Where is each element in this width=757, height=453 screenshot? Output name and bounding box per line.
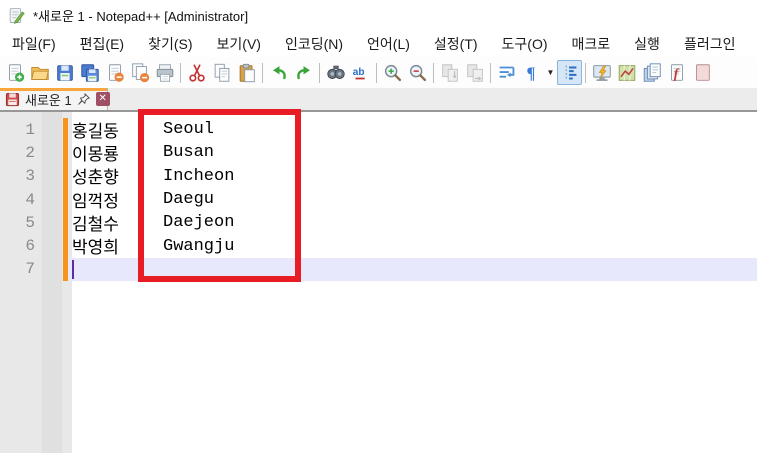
- code-line-5: 5 김철수 Daejeon: [0, 211, 757, 236]
- document-map-icon[interactable]: [614, 60, 639, 85]
- user-defined-language-icon[interactable]: [589, 60, 614, 85]
- toolbar-separator: [180, 62, 181, 83]
- menu-item-edit[interactable]: 편집(E): [68, 30, 136, 57]
- code-line-1: 1 홍길동 Seoul: [0, 118, 757, 143]
- close-icon[interactable]: [102, 60, 127, 85]
- cut-icon[interactable]: [184, 60, 209, 85]
- toolbar-separator: [585, 62, 586, 83]
- redo-icon[interactable]: [291, 60, 316, 85]
- zoom-in-icon[interactable]: [380, 60, 405, 85]
- title-bar: *새로운 1 - Notepad++ [Administrator]: [0, 0, 757, 30]
- unsaved-floppy-icon: [5, 92, 20, 106]
- monitor-icon[interactable]: [689, 60, 714, 85]
- svg-text:¶: ¶: [526, 63, 535, 82]
- menu-item-tools[interactable]: 도구(O): [490, 30, 560, 57]
- window-title: *새로운 1 - Notepad++ [Administrator]: [33, 8, 249, 24]
- paste-icon[interactable]: [234, 60, 259, 85]
- red-highlight-rectangle: [138, 109, 301, 282]
- menu-item-window[interactable]: 창: [747, 30, 757, 57]
- code-line-4: 4 임꺽정 Daegu: [0, 188, 757, 213]
- menu-item-search[interactable]: 찾기(S): [136, 30, 204, 57]
- menu-item-view[interactable]: 보기(V): [205, 30, 273, 57]
- menu-item-settings[interactable]: 설정(T): [422, 30, 490, 57]
- code-line-7: 7: [0, 258, 757, 281]
- line-number: 1: [25, 120, 35, 139]
- show-indent-guide-icon[interactable]: [557, 60, 582, 85]
- menu-item-encoding[interactable]: 인코딩(N): [273, 30, 355, 57]
- toolbar-separator: [319, 62, 320, 83]
- line-number: 7: [25, 260, 35, 279]
- code-lines: 1 홍길동 Seoul 2 이몽룡 Busan 3 성춘향 Incheon 4 임꺽정 Daegu 5 김…: [0, 118, 757, 281]
- open-file-icon[interactable]: [27, 60, 52, 85]
- print-icon[interactable]: [152, 60, 177, 85]
- menu-bar: 파일(F) 편집(E) 찾기(S) 보기(V) 인코딩(N) 언어(L) 설정(T) 도구(O…: [0, 30, 757, 57]
- new-file-icon[interactable]: [2, 60, 27, 85]
- save-icon[interactable]: [52, 60, 77, 85]
- toolbar-separator: [490, 62, 491, 83]
- svg-text:ab: ab: [352, 66, 364, 77]
- function-list-icon[interactable]: f: [664, 60, 689, 85]
- line-number: 3: [25, 167, 35, 186]
- pin-icon[interactable]: [77, 92, 91, 106]
- show-all-characters-icon[interactable]: ¶: [519, 60, 544, 85]
- menu-item-file[interactable]: 파일(F): [0, 30, 68, 57]
- editor-area[interactable]: 1 홍길동 Seoul 2 이몽룡 Busan 3 성춘향 Incheon 4 임꺽정 Daegu 5 김…: [0, 112, 757, 453]
- menu-item-macro[interactable]: 매크로: [560, 30, 623, 57]
- tab-label: 새로운 1: [25, 92, 72, 108]
- code-line-6: 6 박영희 Gwangju: [0, 234, 757, 260]
- line-number: 4: [25, 190, 35, 209]
- menu-item-language[interactable]: 언어(L): [355, 30, 422, 57]
- toolbar-separator: [376, 62, 377, 83]
- line-number: 6: [25, 237, 35, 256]
- chevron-down-icon[interactable]: ▼: [544, 60, 557, 85]
- tab-strip: 새로운 1 ✕: [0, 88, 757, 112]
- notepad-plus-plus-logo-icon: [9, 7, 25, 24]
- text-caret: [72, 259, 74, 279]
- tab-close-icon[interactable]: ✕: [95, 92, 110, 106]
- sync-horizontal-scroll-icon[interactable]: [462, 60, 487, 85]
- line-number: 2: [25, 143, 35, 162]
- tab-new-1[interactable]: 새로운 1 ✕: [0, 88, 110, 110]
- toolbar-separator: [262, 62, 263, 83]
- active-tab-accent: [0, 88, 107, 91]
- notepad-plus-plus-window: *새로운 1 - Notepad++ [Administrator] 파일(F)…: [0, 0, 757, 453]
- toolbar-separator: [433, 62, 434, 83]
- menu-item-plugins[interactable]: 플러그인: [672, 30, 748, 57]
- find-icon[interactable]: [323, 60, 348, 85]
- menu-item-run[interactable]: 실행: [622, 30, 672, 57]
- code-line-2: 2 이몽룡 Busan: [0, 141, 757, 166]
- word-wrap-icon[interactable]: [494, 60, 519, 85]
- toolbar: ab ¶ ▼ f: [0, 57, 757, 88]
- code-line-3: 3 성춘향 Incheon: [0, 165, 757, 190]
- close-all-icon[interactable]: [127, 60, 152, 85]
- undo-icon[interactable]: [266, 60, 291, 85]
- sync-vertical-scroll-icon[interactable]: [437, 60, 462, 85]
- zoom-out-icon[interactable]: [405, 60, 430, 85]
- document-list-icon[interactable]: [639, 60, 664, 85]
- line-number: 5: [25, 213, 35, 232]
- copy-icon[interactable]: [209, 60, 234, 85]
- save-all-icon[interactable]: [77, 60, 102, 85]
- replace-icon[interactable]: ab: [348, 60, 373, 85]
